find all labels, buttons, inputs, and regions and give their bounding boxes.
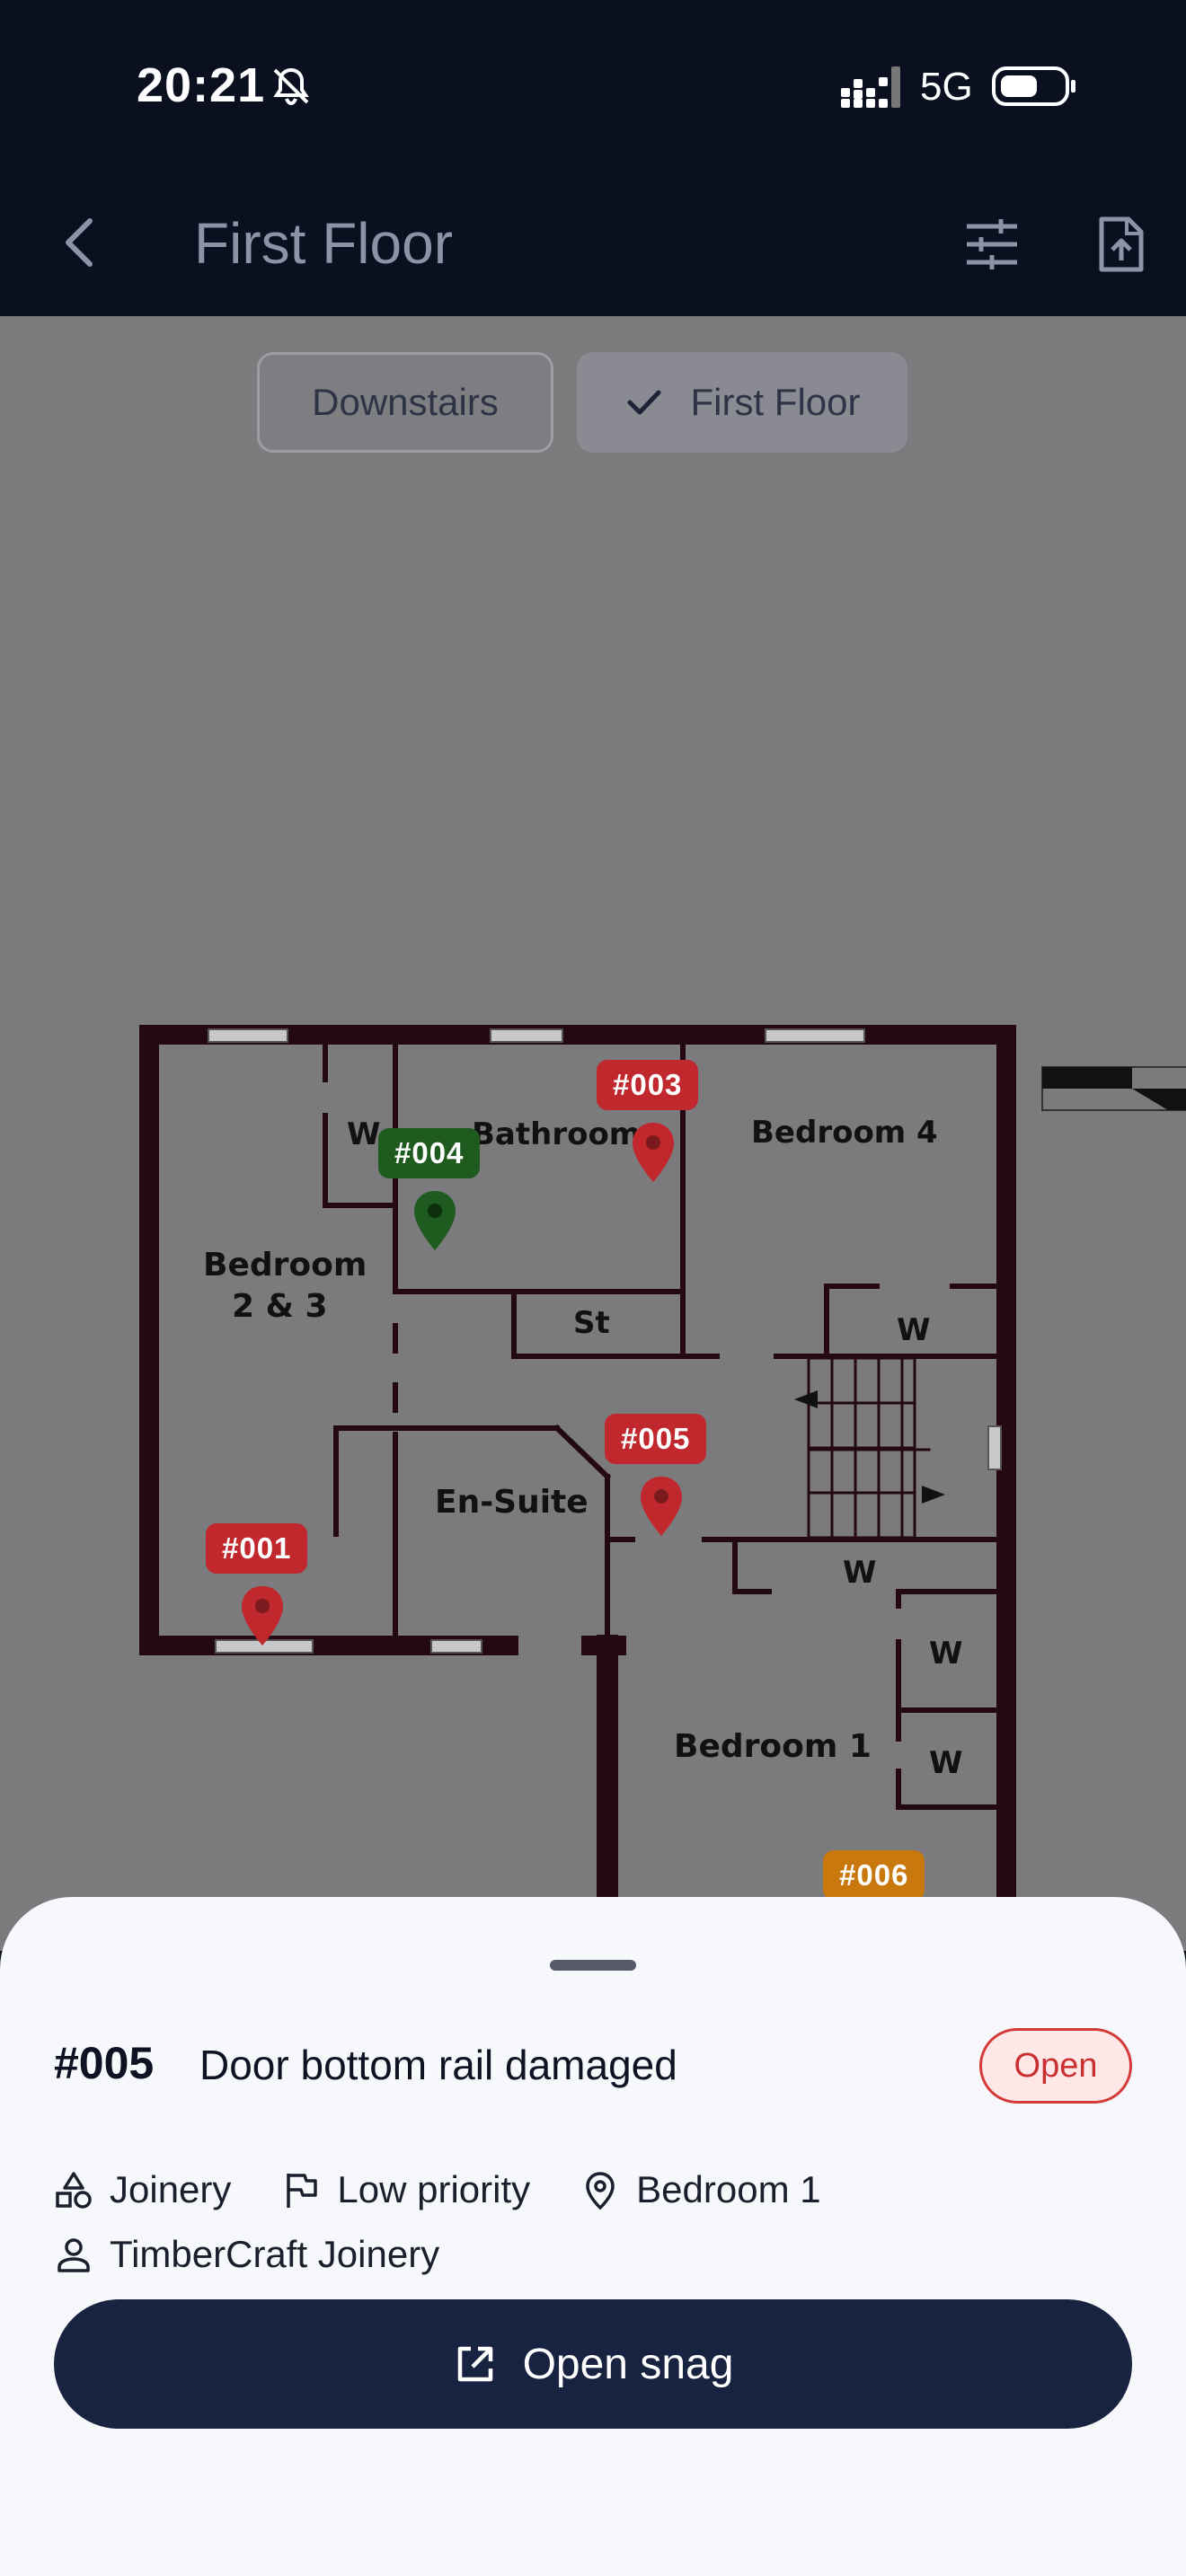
shapes-icon [56, 2172, 92, 2209]
chip-first-floor-label: First Floor [690, 381, 861, 423]
marker-badge: #004 [378, 1128, 481, 1178]
room-label-en-suite: En-Suite [435, 1484, 589, 1521]
battery-icon [992, 66, 1075, 106]
marker-badge: #006 [823, 1850, 925, 1901]
map-pin-icon [414, 1191, 456, 1250]
open-snag-button[interactable]: Open snag [54, 2299, 1132, 2429]
open-snag-label: Open snag [522, 2340, 734, 2388]
room-label-bedroom-23-line2: 2 & 3 [232, 1288, 328, 1325]
assignee-label: TimberCraft Joinery [110, 2233, 440, 2275]
flag-icon [287, 2174, 318, 2208]
trade-label: Joinery [110, 2168, 232, 2210]
chip-downstairs[interactable]: Downstairs [257, 352, 553, 453]
marker-badge: #001 [206, 1523, 308, 1574]
floor-selector: Downstairs First Floor [0, 352, 1186, 453]
room-label-wardrobe: W [347, 1116, 381, 1152]
app-bar: First Floor [0, 171, 1186, 316]
signal-icon [841, 66, 900, 108]
room-label-bedroom-1: Bedroom 1 [674, 1728, 872, 1765]
priority-meta: Low priority [281, 2168, 530, 2211]
assignee-row: TimberCraft Joinery [54, 2229, 490, 2280]
priority-label: Low priority [337, 2168, 531, 2210]
assignee-meta: TimberCraft Joinery [54, 2233, 439, 2276]
filter-button[interactable] [956, 208, 1028, 280]
trade-meta: Joinery [54, 2168, 231, 2211]
room-label-wardrobe: W [843, 1555, 877, 1591]
drag-handle[interactable] [550, 1960, 636, 1971]
room-label-store: St [573, 1305, 610, 1341]
map-pin-icon [242, 1586, 283, 1645]
snag-id: #005 [54, 2038, 155, 2088]
snag-title: Door bottom rail damaged [199, 2042, 677, 2088]
location-meta: Bedroom 1 [580, 2168, 821, 2211]
tune-icon [967, 219, 1017, 269]
page-title: First Floor [194, 211, 453, 276]
marker-badge: #003 [597, 1060, 699, 1110]
back-button[interactable] [43, 207, 115, 278]
open-in-new-icon [457, 2346, 492, 2382]
location-pin-icon [586, 2172, 615, 2210]
chip-first-floor[interactable]: First Floor [577, 352, 907, 453]
chevron-left-icon [66, 218, 93, 267]
room-label-wardrobe: W [929, 1745, 963, 1781]
snag-detail-sheet: #005 Door bottom rail damaged Open Joine… [0, 1897, 1186, 2576]
status-time: 20:21 [137, 58, 266, 112]
network-label: 5G [920, 65, 973, 109]
map-pin-icon [641, 1477, 682, 1536]
room-label-bathroom: Bathroom [472, 1116, 641, 1152]
status-badge-label: Open [1013, 2046, 1098, 2085]
location-label: Bedroom 1 [636, 2168, 821, 2210]
bell-off-icon [273, 67, 309, 106]
check-icon [627, 390, 660, 415]
room-label-bedroom-4: Bedroom 4 [751, 1115, 938, 1151]
room-label-wardrobe: W [897, 1312, 931, 1348]
file-upload-icon [1099, 216, 1144, 272]
chip-downstairs-label: Downstairs [312, 381, 499, 423]
snag-meta-row: Joinery Low priority Bedroom 1 [54, 2165, 872, 2215]
floor-plan-view[interactable]: Bathroom Bedroom 4 Bedroom 2 & 3 W St En… [0, 316, 1186, 1951]
status-bar: 20:21 5G [0, 0, 1186, 171]
floor-plan: Bathroom Bedroom 4 Bedroom 2 & 3 W St En… [139, 1025, 1186, 1951]
export-button[interactable] [1085, 208, 1157, 280]
marker-badge: #005 [605, 1414, 707, 1464]
map-pin-icon [633, 1123, 674, 1182]
room-label-bedroom-23: Bedroom [203, 1247, 367, 1284]
status-badge: Open [979, 2028, 1132, 2104]
person-icon [58, 2238, 90, 2272]
room-label-wardrobe: W [929, 1636, 963, 1672]
